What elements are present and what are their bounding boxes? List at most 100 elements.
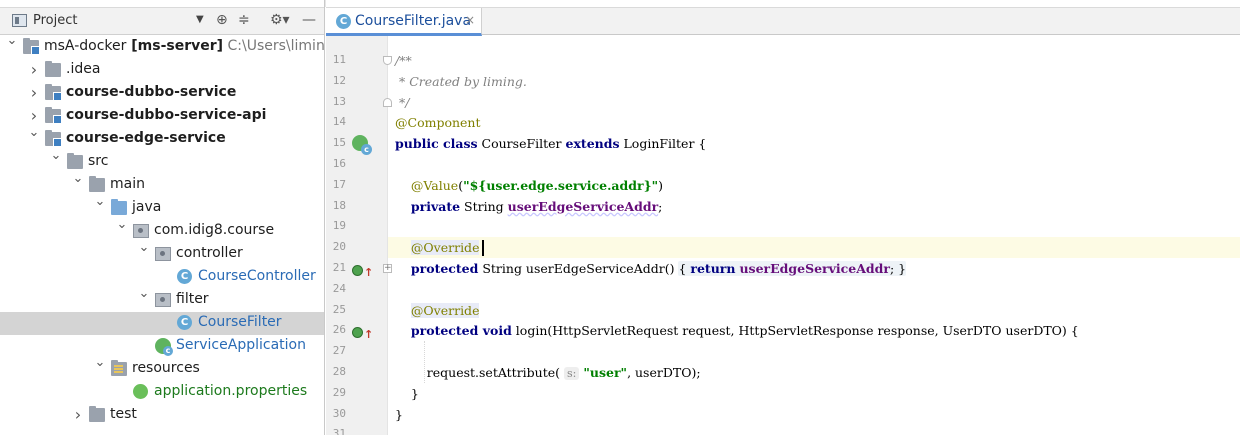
chevron-down-icon[interactable]: ⌄ <box>138 286 150 301</box>
code-line[interactable]: * Created by liming. <box>388 71 1240 92</box>
line-number: 27 <box>332 344 346 358</box>
tree-item[interactable]: ServiceApplication <box>0 335 324 358</box>
locate-file-icon[interactable]: ⊕ <box>216 12 228 28</box>
source-folder-icon <box>111 199 127 215</box>
editor-tab-bar: C CourseFilter.java × <box>326 7 1240 36</box>
text-caret <box>482 240 484 257</box>
folder-icon <box>67 153 83 169</box>
code-text: request.setAttribute( s: "user", userDTO… <box>395 365 701 380</box>
chevron-down-icon[interactable]: ⌄ <box>116 217 128 232</box>
module-icon <box>45 130 62 147</box>
line-number: 21 <box>332 261 346 274</box>
code-line[interactable] <box>388 154 1240 175</box>
folder-icon <box>45 61 61 77</box>
code-area[interactable]: /** * Created by liming. */ @Component pub… <box>388 36 1240 435</box>
line-number: 13 <box>332 94 346 108</box>
code-line[interactable]: */ <box>388 92 1240 113</box>
tree-item[interactable]: ⌄ msA-docker [ms-server] C:\Users\liming\… <box>0 33 325 59</box>
tree-item[interactable]: ⌄ filter <box>0 286 324 312</box>
tree-item[interactable]: ⌄ course-edge-service <box>0 125 324 151</box>
class-icon: C <box>177 315 192 330</box>
project-view-dropdown-icon[interactable]: ▼ <box>196 14 204 25</box>
tree-item[interactable]: C CourseController <box>0 266 324 289</box>
close-tab-icon[interactable]: × <box>465 13 475 27</box>
chevron-down-icon[interactable]: ⌄ <box>138 240 150 255</box>
code-line[interactable]: } <box>388 383 1240 404</box>
code-text: } <box>395 406 403 422</box>
tab-coursefilter-java[interactable]: C CourseFilter.java × <box>326 8 482 36</box>
tree-item-label: course-edge-service <box>66 130 226 146</box>
code-line[interactable]: @Override <box>388 300 1240 321</box>
chevron-right-icon[interactable]: › <box>28 60 40 79</box>
chevron-right-icon[interactable]: › <box>28 106 40 125</box>
code-line[interactable]: @Value("${user.edge.service.addr}") <box>388 175 1240 196</box>
tree-item-label: ServiceApplication <box>176 337 306 353</box>
tree-item[interactable]: ⌄ resources <box>0 355 324 381</box>
tree-item[interactable]: C CourseFilter <box>0 312 324 335</box>
code-line[interactable]: private String userEdgeServiceAddr; <box>388 196 1240 217</box>
tree-item[interactable]: ⌄ com.idig8.course <box>0 217 324 243</box>
code-line[interactable]: request.setAttribute( s: "user", userDTO… <box>388 362 1240 383</box>
code-line[interactable]: } <box>388 404 1240 425</box>
line-number: 31 <box>332 427 346 435</box>
code-line[interactable]: @Override <box>388 237 1240 259</box>
code-line[interactable]: protected void login(HttpServletRequest … <box>388 320 1240 341</box>
line-number: 20 <box>332 240 346 254</box>
tree-item[interactable]: ⌄ controller <box>0 240 324 266</box>
code-text: private String userEdgeServiceAddr; <box>410 198 663 214</box>
code-text: @Override <box>410 302 480 318</box>
line-number: 24 <box>332 281 346 295</box>
settings-gear-icon[interactable]: ⚙▾ <box>270 12 290 28</box>
chevron-down-icon[interactable]: ⌄ <box>94 355 106 370</box>
chevron-down-icon[interactable]: ⌄ <box>50 148 62 163</box>
override-method-icon[interactable]: ↑ <box>352 261 373 280</box>
tab-label: CourseFilter.java <box>355 13 472 29</box>
code-text: protected void login(HttpServletRequest … <box>410 323 1079 339</box>
code-editor: C CourseFilter.java × 11 12 13 14 15 16 17 18 19… <box>326 0 1240 435</box>
chevron-right-icon[interactable]: › <box>28 83 40 102</box>
code-line[interactable] <box>388 341 1240 362</box>
properties-icon <box>133 384 148 399</box>
tree-item-label: msA-docker [ms-server] C:\Users\liming\D… <box>44 38 325 54</box>
code-line[interactable]: public class CourseFilter extends LoginF… <box>388 133 1240 154</box>
tree-item[interactable]: › course-dubbo-service-api <box>0 105 324 128</box>
tree-item[interactable]: › course-dubbo-service <box>0 82 324 105</box>
code-line[interactable] <box>388 279 1240 300</box>
project-view-icon <box>12 14 27 27</box>
tree-item[interactable]: ⌄ main <box>0 171 324 197</box>
tree-item-label: test <box>110 406 137 422</box>
chevron-down-icon[interactable]: ⌄ <box>94 194 106 209</box>
indent-guide <box>424 341 425 383</box>
project-panel-title[interactable]: Project <box>33 13 77 28</box>
tree-item-label: course-dubbo-service <box>66 84 237 100</box>
chevron-down-icon[interactable]: ⌄ <box>72 171 84 186</box>
editor-gutter[interactable]: 11 12 13 14 15 16 17 18 19 20 21 24 25 26 27 28 29 30 31 c ↑… <box>326 36 392 435</box>
module-name-suffix: [ms-server] <box>126 38 224 54</box>
chevron-right-icon[interactable]: › <box>72 405 84 424</box>
override-method-icon[interactable]: ↑ <box>352 323 373 342</box>
tree-item[interactable]: application.properties <box>0 381 324 404</box>
chevron-down-icon[interactable]: ⌄ <box>28 125 40 140</box>
folder-icon <box>89 176 105 192</box>
tree-item[interactable]: ⌄ src <box>0 148 324 174</box>
project-path-hint: C:\Users\liming\De <box>227 38 325 54</box>
code-line[interactable] <box>388 424 1240 435</box>
chevron-down-icon[interactable]: ⌄ <box>6 33 18 48</box>
code-line[interactable]: @Component <box>388 112 1240 133</box>
tree-item[interactable]: › test <box>0 404 324 427</box>
collapse-all-icon[interactable]: ≑ <box>238 12 250 28</box>
tree-item-label: .idea <box>66 61 101 77</box>
code-line[interactable]: /** <box>388 50 1240 71</box>
tree-item-label: com.idig8.course <box>154 222 275 238</box>
project-tool-window: Project ▼ ⊕ ≑ ⚙▾ — ⌄ msA-docker [ms-serve… <box>0 0 325 435</box>
hide-panel-icon[interactable]: — <box>302 12 316 28</box>
code-text: @Value("${user.edge.service.addr}") <box>410 177 664 193</box>
code-line[interactable] <box>388 216 1240 237</box>
code-text: /** <box>395 53 412 68</box>
spring-bean-icon[interactable]: c <box>352 135 372 156</box>
tree-item[interactable]: › .idea <box>0 59 324 82</box>
tree-item[interactable]: ⌄ java <box>0 194 324 220</box>
code-line[interactable]: protected String userEdgeServiceAddr() {… <box>388 258 1240 279</box>
resources-folder-icon <box>111 360 127 376</box>
code-text: */ <box>395 94 410 110</box>
